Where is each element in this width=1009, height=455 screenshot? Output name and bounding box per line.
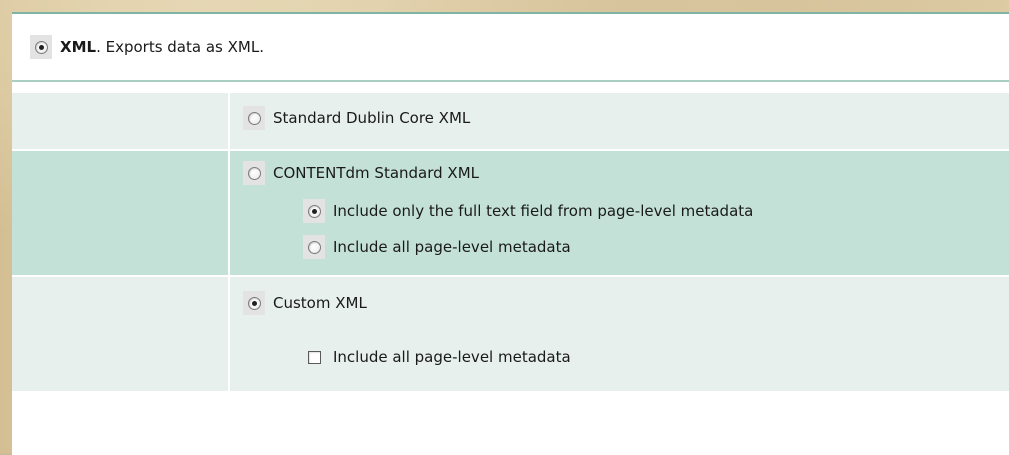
all-page-metadata-label: Include all page-level metadata <box>333 238 571 256</box>
full-text-only-radio-box[interactable] <box>303 199 325 223</box>
custom-xml-label: Custom XML <box>273 294 367 312</box>
row-right-cell: Custom XML Include all page-level metada… <box>230 277 1009 391</box>
row-left-cell <box>12 93 230 149</box>
row-custom-xml: Custom XML Include all page-level metada… <box>12 277 1009 393</box>
xml-format-options: Standard Dublin Core XML CONTENTdm Stand… <box>12 93 1009 393</box>
all-page-metadata-radio[interactable] <box>307 240 321 254</box>
standard-dublin-core-radio-box[interactable] <box>243 106 265 130</box>
row-right-cell: Standard Dublin Core XML <box>230 93 1009 149</box>
row-left-cell <box>12 151 230 275</box>
full-text-only-radio[interactable] <box>307 204 321 218</box>
full-text-only-label: Include only the full text field from pa… <box>333 202 754 220</box>
standard-dublin-core-label: Standard Dublin Core XML <box>273 109 471 127</box>
row-contentdm-standard: CONTENTdm Standard XML Include only the … <box>12 151 1009 277</box>
option-custom-xml[interactable]: Custom XML <box>230 283 1009 323</box>
export-options-panel: XML. Exports data as XML. Standard Dubli… <box>12 12 1009 455</box>
suboption-full-text-only[interactable]: Include only the full text field from pa… <box>230 191 1009 231</box>
xml-export-option[interactable]: XML. Exports data as XML. <box>12 14 1009 82</box>
xml-radio-box[interactable] <box>30 35 52 59</box>
standard-dublin-core-radio[interactable] <box>247 111 261 125</box>
custom-xml-radio-box[interactable] <box>243 291 265 315</box>
custom-include-metadata-checkbox-box[interactable] <box>303 345 325 369</box>
contentdm-standard-radio[interactable] <box>247 166 261 180</box>
row-right-cell: CONTENTdm Standard XML Include only the … <box>230 151 1009 275</box>
xml-option-label: XML. Exports data as XML. <box>60 38 264 56</box>
custom-xml-radio[interactable] <box>247 296 261 310</box>
custom-include-metadata-label: Include all page-level metadata <box>333 348 571 366</box>
row-standard-dublin-core: Standard Dublin Core XML <box>12 93 1009 151</box>
xml-radio-button[interactable] <box>34 40 48 54</box>
contentdm-standard-radio-box[interactable] <box>243 161 265 185</box>
suboption-custom-include-metadata[interactable]: Include all page-level metadata <box>230 337 1009 377</box>
xml-option-title: XML <box>60 38 97 56</box>
contentdm-standard-label: CONTENTdm Standard XML <box>273 164 480 182</box>
custom-include-metadata-checkbox[interactable] <box>307 350 321 364</box>
xml-option-description: . Exports data as XML. <box>96 38 264 56</box>
suboption-all-page-metadata[interactable]: Include all page-level metadata <box>230 227 1009 267</box>
all-page-metadata-radio-box[interactable] <box>303 235 325 259</box>
row-left-cell <box>12 277 230 391</box>
option-standard-dublin-core[interactable]: Standard Dublin Core XML <box>230 98 1009 138</box>
option-contentdm-standard[interactable]: CONTENTdm Standard XML <box>230 153 1009 193</box>
